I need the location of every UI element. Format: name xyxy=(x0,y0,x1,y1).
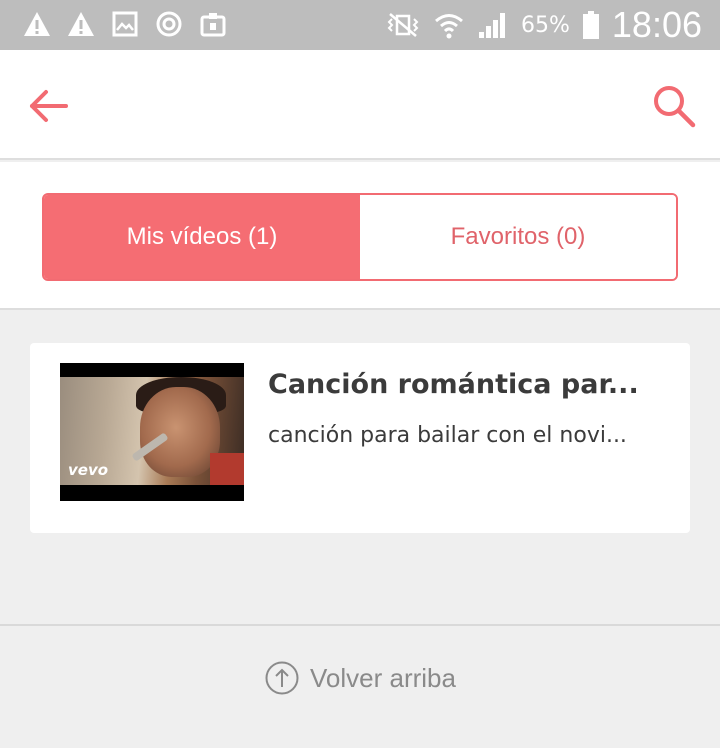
tabs-area: Mis vídeos (1) Favoritos (0) xyxy=(0,162,720,310)
video-thumbnail[interactable]: vevo xyxy=(60,363,244,501)
arrow-left-icon xyxy=(30,90,68,122)
vevo-watermark: vevo xyxy=(68,461,109,479)
thumbnail-face xyxy=(140,387,220,477)
arrow-up-circle-icon xyxy=(265,661,299,695)
search-button[interactable] xyxy=(650,82,698,130)
battery-icon xyxy=(582,11,599,39)
video-card[interactable]: vevo Canción romántica par... canción pa… xyxy=(30,343,690,533)
wifi-icon xyxy=(435,14,463,39)
clock: 18:06 xyxy=(611,4,702,45)
battery-percent: 65% xyxy=(521,12,570,38)
status-indicators: 65% 18:06 xyxy=(385,0,702,50)
back-button[interactable] xyxy=(24,84,72,128)
status-bar: 65% 18:06 xyxy=(0,0,720,50)
app-bar xyxy=(0,50,720,160)
vibrate-icon xyxy=(387,13,419,37)
back-to-top-label: Volver arriba xyxy=(310,662,456,693)
warning-icon xyxy=(24,12,50,36)
thumbnail-shirt xyxy=(210,453,244,485)
clipboard-icon xyxy=(200,13,226,37)
gallery-icon xyxy=(112,11,138,37)
video-subtitle: canción para bailar con el novi... xyxy=(268,423,627,448)
tab-switcher: Mis vídeos (1) Favoritos (0) xyxy=(42,193,678,281)
warning-icon xyxy=(68,12,94,36)
tab-mis-videos[interactable]: Mis vídeos (1) xyxy=(44,195,360,279)
video-title: Canción romántica par... xyxy=(268,369,639,400)
back-to-top-button[interactable]: Volver arriba xyxy=(0,655,720,701)
search-icon xyxy=(654,86,696,128)
signal-icon xyxy=(479,13,505,38)
footer-divider xyxy=(0,624,720,626)
notification-icons xyxy=(22,9,228,39)
tab-favoritos[interactable]: Favoritos (0) xyxy=(360,195,676,279)
sync-icon xyxy=(156,11,182,37)
